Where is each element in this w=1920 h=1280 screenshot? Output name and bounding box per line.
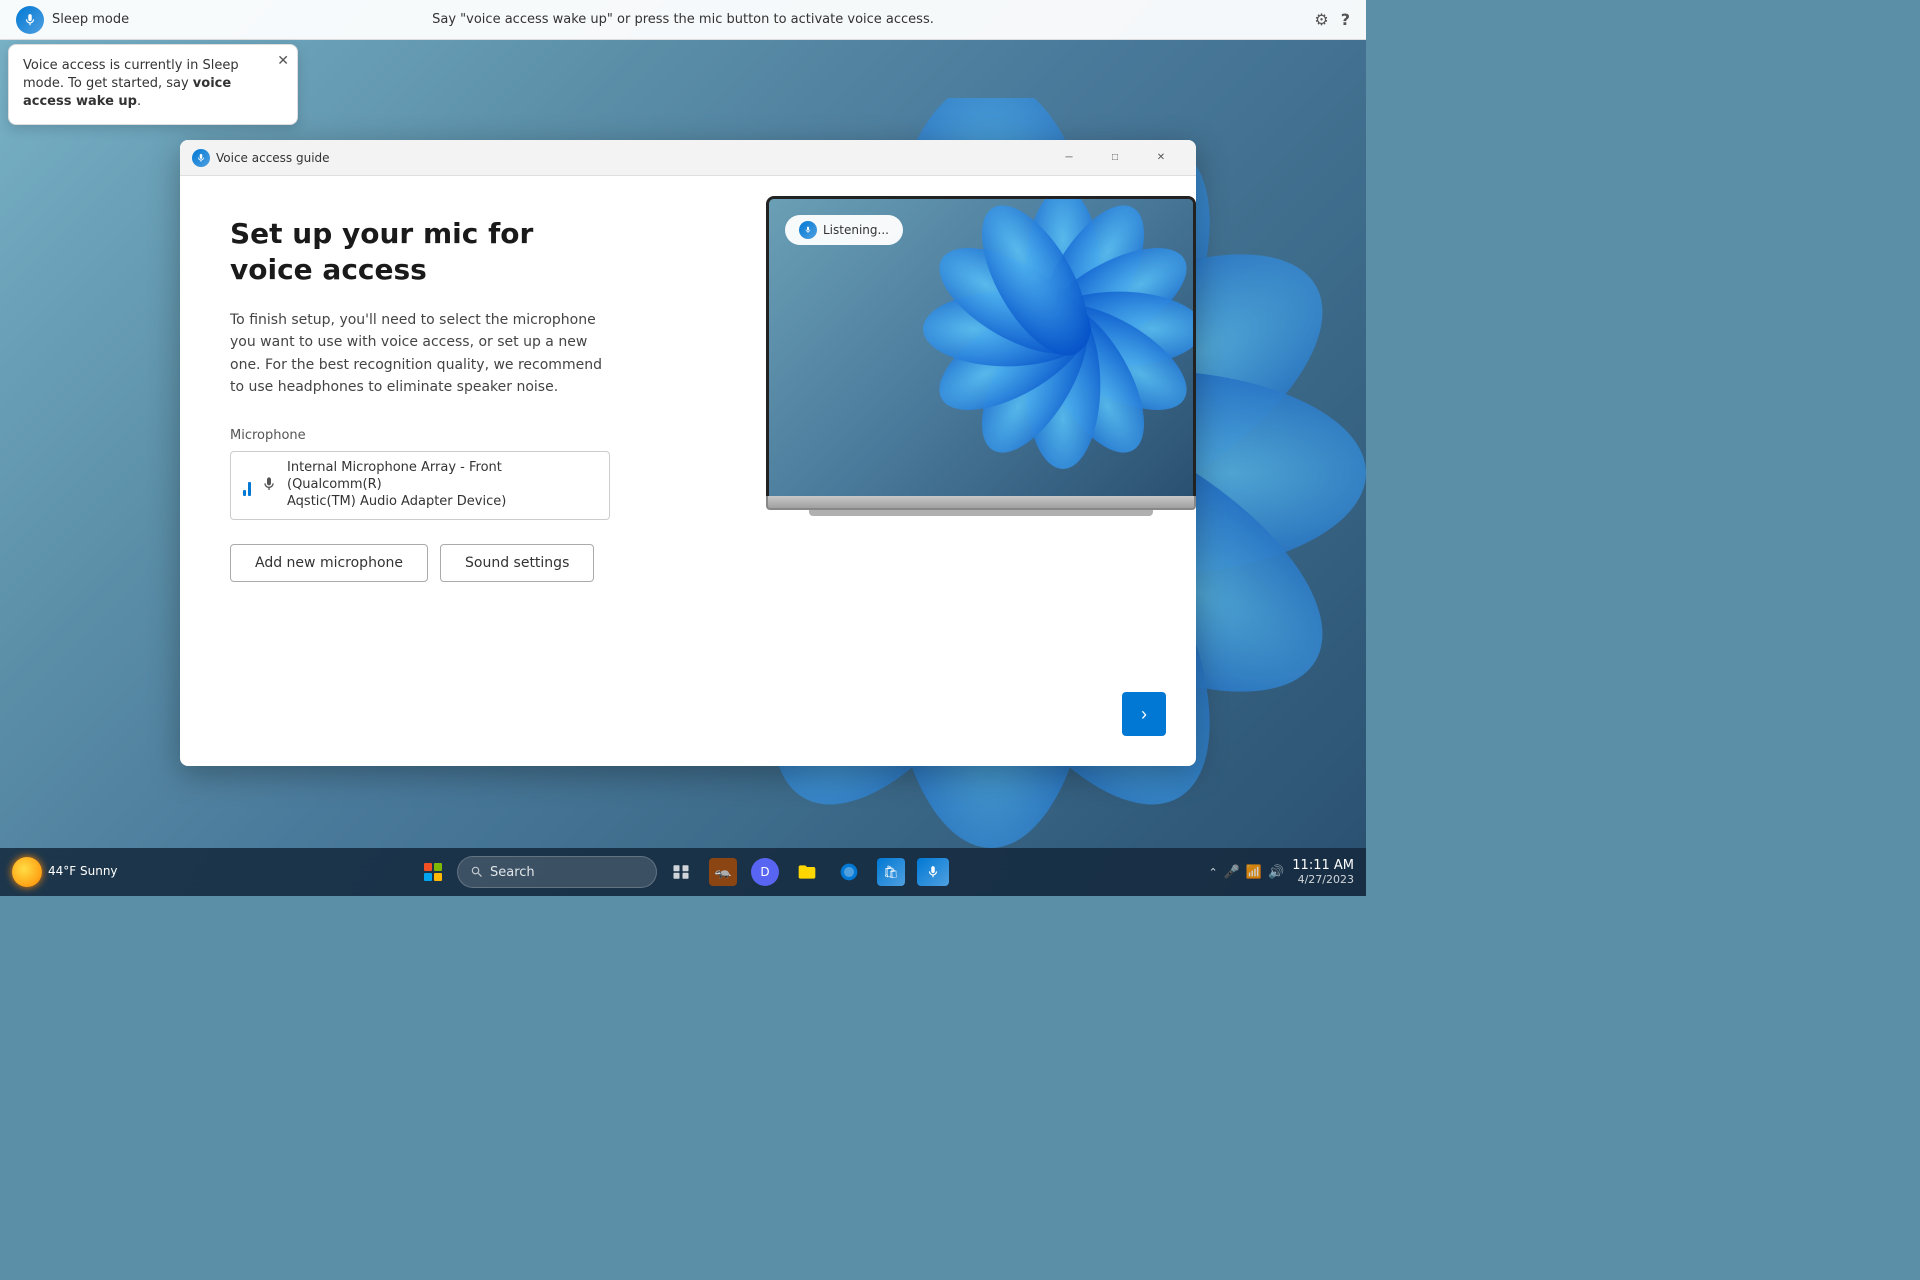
taskbar-app-voice[interactable] (915, 854, 951, 890)
titlebar-controls: ─ □ ✕ (1046, 140, 1184, 176)
taskbar-left: 44°F Sunny (12, 857, 118, 887)
mic-bar-2 (248, 482, 251, 496)
taskbar-center: Search 🦡 D (415, 854, 951, 890)
mic-name: Internal Microphone Array - Front (Qualc… (287, 460, 597, 511)
next-button[interactable]: › (1122, 692, 1166, 736)
taskbar-right: ⌃ 🎤 📶 🔊 11:11 AM 4/27/2023 (1209, 858, 1355, 886)
search-bar-label: Search (490, 865, 535, 880)
tooltip-text: Voice access is currently in Sleep mode.… (23, 58, 239, 109)
weather-condition: Sunny (80, 864, 118, 878)
task-view-icon (672, 863, 690, 881)
add-microphone-button[interactable]: Add new microphone (230, 544, 428, 582)
edge-icon (835, 858, 863, 886)
files-icon (793, 858, 821, 886)
windows-logo-icon (424, 863, 442, 881)
laptop-base (766, 496, 1196, 510)
dialog-left-panel: Set up your mic for voice access To fini… (180, 176, 668, 766)
setup-description: To finish setup, you'll need to select t… (230, 309, 618, 399)
system-tray: ⌃ 🎤 📶 🔊 (1209, 865, 1285, 880)
laptop-screen: Listening... (766, 196, 1196, 496)
win-logo-sq3 (424, 873, 432, 881)
weather-temp: 44°F (48, 864, 76, 878)
voice-bar-center-text: Say "voice access wake up" or press the … (432, 12, 934, 27)
tooltip-close-button[interactable]: ✕ (277, 53, 289, 67)
maximize-button[interactable]: □ (1092, 140, 1138, 176)
sleep-mode-label: Sleep mode (52, 12, 129, 27)
voice-access-mic-icon[interactable] (16, 6, 44, 34)
dialog-body: Set up your mic for voice access To fini… (180, 176, 1196, 766)
taskbar-app-store[interactable]: 🛍 (873, 854, 909, 890)
win-logo-sq2 (434, 863, 442, 871)
sleep-tooltip: ✕ Voice access is currently in Sleep mod… (8, 44, 298, 125)
win-logo-sq4 (434, 873, 442, 881)
mic-bar-1 (243, 490, 246, 496)
discord-icon: D (751, 858, 779, 886)
wifi-icon[interactable]: 📶 (1246, 865, 1262, 880)
clock-date: 4/27/2023 (1292, 873, 1354, 886)
search-icon (470, 865, 484, 879)
microphone-label: Microphone (230, 428, 618, 443)
task-view-button[interactable] (663, 854, 699, 890)
mic-level-indicator (243, 476, 251, 496)
dialog-right-panel: Listening... (668, 176, 1196, 766)
laptop-preview: Listening... (766, 196, 1196, 516)
win-logo-sq1 (424, 863, 432, 871)
store-icon: 🛍 (877, 858, 905, 886)
weather-sun-icon (12, 857, 42, 887)
badger-app-icon: 🦡 (709, 858, 737, 886)
close-button[interactable]: ✕ (1138, 140, 1184, 176)
clock-area[interactable]: 11:11 AM 4/27/2023 (1292, 858, 1354, 886)
clock-time: 11:11 AM (1292, 858, 1354, 873)
taskbar-app-discord[interactable]: D (747, 854, 783, 890)
minimize-button[interactable]: ─ (1046, 140, 1092, 176)
weather-text: 44°F Sunny (48, 864, 118, 880)
mic-name-line2: Aqstic(TM) Audio Adapter Device) (287, 494, 597, 511)
voice-access-bar: Sleep mode Say "voice access wake up" or… (0, 0, 1366, 40)
mic-name-line1: Internal Microphone Array - Front (Qualc… (287, 460, 597, 494)
taskbar: 44°F Sunny Search (0, 848, 1366, 896)
voice-access-dialog: Voice access guide ─ □ ✕ Set up your mic… (180, 140, 1196, 766)
voice-app-icon (917, 858, 949, 886)
microphone-selector[interactable]: Internal Microphone Array - Front (Qualc… (230, 451, 610, 520)
start-button[interactable] (415, 854, 451, 890)
mic-dropdown-icon (261, 476, 277, 496)
setup-title: Set up your mic for voice access (230, 216, 618, 289)
laptop-stand (809, 510, 1153, 516)
settings-icon[interactable]: ⚙ (1314, 10, 1328, 29)
volume-icon[interactable]: 🔊 (1268, 865, 1284, 880)
mic-tray-icon[interactable]: 🎤 (1224, 865, 1240, 880)
voice-bar-left: Sleep mode (16, 6, 129, 34)
laptop-screen-inner: Listening... (769, 199, 1193, 496)
listening-mic-icon (799, 221, 817, 239)
tray-chevron-icon[interactable]: ⌃ (1209, 866, 1218, 879)
listening-text: Listening... (823, 223, 889, 237)
weather-widget[interactable]: 44°F Sunny (12, 857, 118, 887)
laptop-flower (923, 199, 1193, 469)
listening-badge: Listening... (785, 215, 903, 245)
sound-settings-button[interactable]: Sound settings (440, 544, 594, 582)
search-bar[interactable]: Search (457, 856, 657, 888)
voice-bar-right: ⚙ ? (1314, 10, 1350, 29)
dialog-icon (192, 149, 210, 167)
taskbar-app-files[interactable] (789, 854, 825, 890)
dialog-title: Voice access guide (216, 151, 1046, 165)
dialog-titlebar: Voice access guide ─ □ ✕ (180, 140, 1196, 176)
action-buttons: Add new microphone Sound settings (230, 544, 618, 582)
taskbar-app-badger[interactable]: 🦡 (705, 854, 741, 890)
taskbar-app-edge[interactable] (831, 854, 867, 890)
help-icon[interactable]: ? (1341, 10, 1350, 29)
